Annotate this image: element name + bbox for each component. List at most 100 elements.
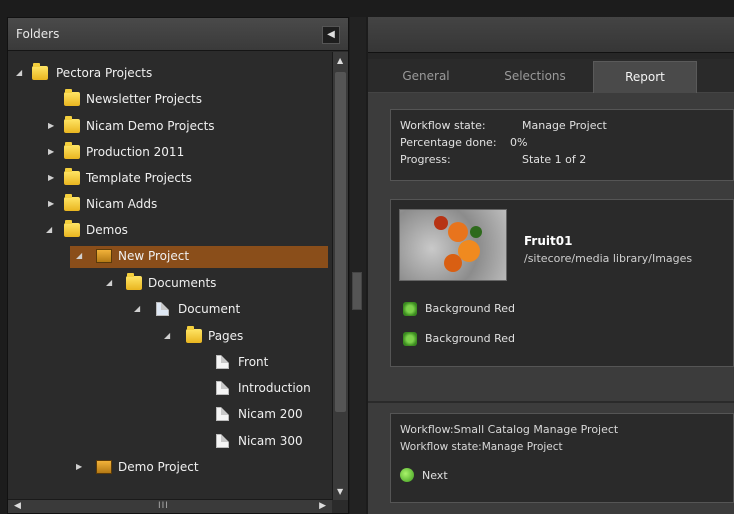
tree-item[interactable]: Introduction	[8, 378, 332, 400]
folders-panel-header: Folders ◀	[8, 18, 348, 51]
media-thumbnail[interactable]	[399, 209, 507, 281]
folder-icon	[64, 116, 80, 133]
workflow-state: Workflow state:Manage Project	[400, 441, 563, 453]
media-name: Fruit01	[524, 234, 573, 248]
project-icon	[96, 249, 112, 263]
media-path: /sitecore/media library/Images	[524, 252, 693, 265]
folder-icon	[64, 142, 80, 159]
next-button[interactable]: Next	[400, 466, 480, 484]
document-icon	[156, 302, 169, 316]
tree-item[interactable]: ▶ Nicam Adds	[8, 194, 332, 216]
tree-item-label: Nicam Demo Projects	[86, 119, 215, 133]
media-action-1[interactable]: Background Red	[403, 300, 603, 318]
recycle-icon	[403, 302, 417, 316]
tree-item[interactable]: ◢ Pectora Projects	[8, 63, 332, 85]
collapse-arrow-icon[interactable]: ◢	[46, 225, 54, 235]
collapse-arrow-icon[interactable]: ◢	[76, 251, 84, 261]
workflow-status-box: Workflow state: Manage Project Percentag…	[390, 109, 734, 181]
page-icon	[216, 434, 229, 448]
workflow-state-label: Workflow state:	[400, 119, 486, 132]
collapse-panel-button[interactable]: ◀	[322, 26, 340, 44]
section-divider	[368, 401, 734, 403]
tree-item[interactable]: ▶ Template Projects	[8, 168, 332, 190]
tab-selections[interactable]: Selections	[480, 61, 590, 93]
folder-icon	[126, 273, 142, 290]
tree-horizontal-scrollbar[interactable]: ◀ III ▶	[8, 499, 332, 513]
tree-item[interactable]: ▶ Demo Project	[8, 457, 332, 479]
scroll-grip[interactable]: III	[158, 501, 169, 511]
expand-arrow-icon[interactable]: ▶	[48, 121, 56, 131]
tree-item-label: Nicam Adds	[86, 197, 158, 211]
splitter-handle[interactable]	[352, 272, 362, 310]
workflow-state-value: Manage Project	[522, 119, 607, 132]
tree-item-label: Demo Project	[118, 460, 199, 474]
tab-report[interactable]: Report	[593, 61, 697, 93]
tree-item-label: Introduction	[238, 381, 311, 395]
collapse-arrow-icon[interactable]: ◢	[106, 278, 114, 288]
tree-vertical-scrollbar[interactable]: ▲ ▼	[332, 52, 348, 500]
expand-arrow-icon[interactable]: ▶	[48, 199, 56, 209]
tree-item-label: New Project	[118, 249, 190, 263]
tree-item-label: Production 2011	[86, 145, 185, 159]
scroll-up-icon[interactable]: ▲	[337, 56, 343, 65]
expand-arrow-icon[interactable]: ▶	[48, 147, 56, 157]
media-action-label: Background Red	[425, 332, 516, 345]
media-action-label: Background Red	[425, 302, 516, 315]
scroll-right-icon[interactable]: ▶	[319, 501, 326, 511]
folders-panel-title: Folders	[16, 27, 60, 41]
tree-item[interactable]: Nicam 300	[8, 431, 332, 453]
percentage-done-value: 0%	[510, 136, 528, 149]
folder-icon	[64, 220, 80, 237]
scroll-down-icon[interactable]: ▼	[337, 487, 343, 496]
tab-bar: General Selections Report	[368, 59, 734, 93]
tab-general[interactable]: General	[374, 61, 478, 93]
workflow-box: Workflow:Small Catalog Manage Project Wo…	[390, 413, 734, 503]
progress-label: Progress:	[400, 153, 451, 166]
project-icon	[96, 460, 112, 474]
tree-item[interactable]: ◢ New Project	[8, 246, 332, 268]
chevron-left-icon: ◀	[327, 29, 335, 40]
media-action-2[interactable]: Background Red	[403, 330, 603, 348]
recycle-icon	[403, 332, 417, 346]
next-arrow-icon	[400, 468, 414, 482]
tree-item[interactable]: ▶ Production 2011	[8, 142, 332, 164]
tree-item[interactable]: Newsletter Projects	[8, 89, 332, 111]
page-icon	[216, 407, 229, 421]
folder-icon	[64, 89, 80, 106]
collapse-arrow-icon[interactable]: ◢	[16, 68, 24, 78]
tree-item[interactable]: ▶ Nicam Demo Projects	[8, 116, 332, 138]
scroll-left-icon[interactable]: ◀	[14, 501, 21, 511]
folder-icon	[32, 63, 48, 80]
tree-item-label: Documents	[148, 276, 217, 290]
folder-icon	[64, 194, 80, 211]
tree-item-label: Template Projects	[86, 171, 192, 185]
percentage-done-label: Percentage done:	[400, 136, 497, 149]
collapse-arrow-icon[interactable]: ◢	[164, 331, 172, 341]
tree-item[interactable]: Nicam 200	[8, 404, 332, 426]
details-header	[368, 17, 734, 53]
tree-item-label: Nicam 200	[238, 407, 303, 421]
scroll-thumb[interactable]	[335, 72, 346, 412]
next-button-label: Next	[422, 469, 448, 482]
tree-item[interactable]: ◢ Pages	[8, 326, 332, 348]
panel-splitter[interactable]	[350, 17, 366, 514]
tree-item[interactable]: ◢ Documents	[8, 273, 332, 295]
tree-item-label: Newsletter Projects	[86, 92, 202, 106]
expand-arrow-icon[interactable]: ▶	[76, 462, 84, 472]
details-panel: General Selections Report Workflow state…	[368, 17, 734, 514]
tree-item-label: Pages	[208, 329, 244, 343]
tree-item[interactable]: ◢ Demos	[8, 220, 332, 242]
tree-item[interactable]: ◢ Document	[8, 299, 332, 321]
tree-item-label: Front	[238, 355, 269, 369]
folder-icon	[186, 326, 202, 343]
tree-item-label: Document	[178, 302, 241, 316]
tree-item[interactable]: Front	[8, 352, 332, 374]
expand-arrow-icon[interactable]: ▶	[48, 173, 56, 183]
collapse-arrow-icon[interactable]: ◢	[134, 304, 142, 314]
folder-icon	[64, 168, 80, 185]
tree-item-label: Nicam 300	[238, 434, 303, 448]
page-icon	[216, 381, 229, 395]
folder-tree: ◢ Pectora Projects Newsletter Projects ▶ Nic…	[8, 52, 332, 500]
progress-value: State 1 of 2	[522, 153, 587, 166]
media-item-box: Fruit01 /sitecore/media library/Images B…	[390, 199, 734, 367]
